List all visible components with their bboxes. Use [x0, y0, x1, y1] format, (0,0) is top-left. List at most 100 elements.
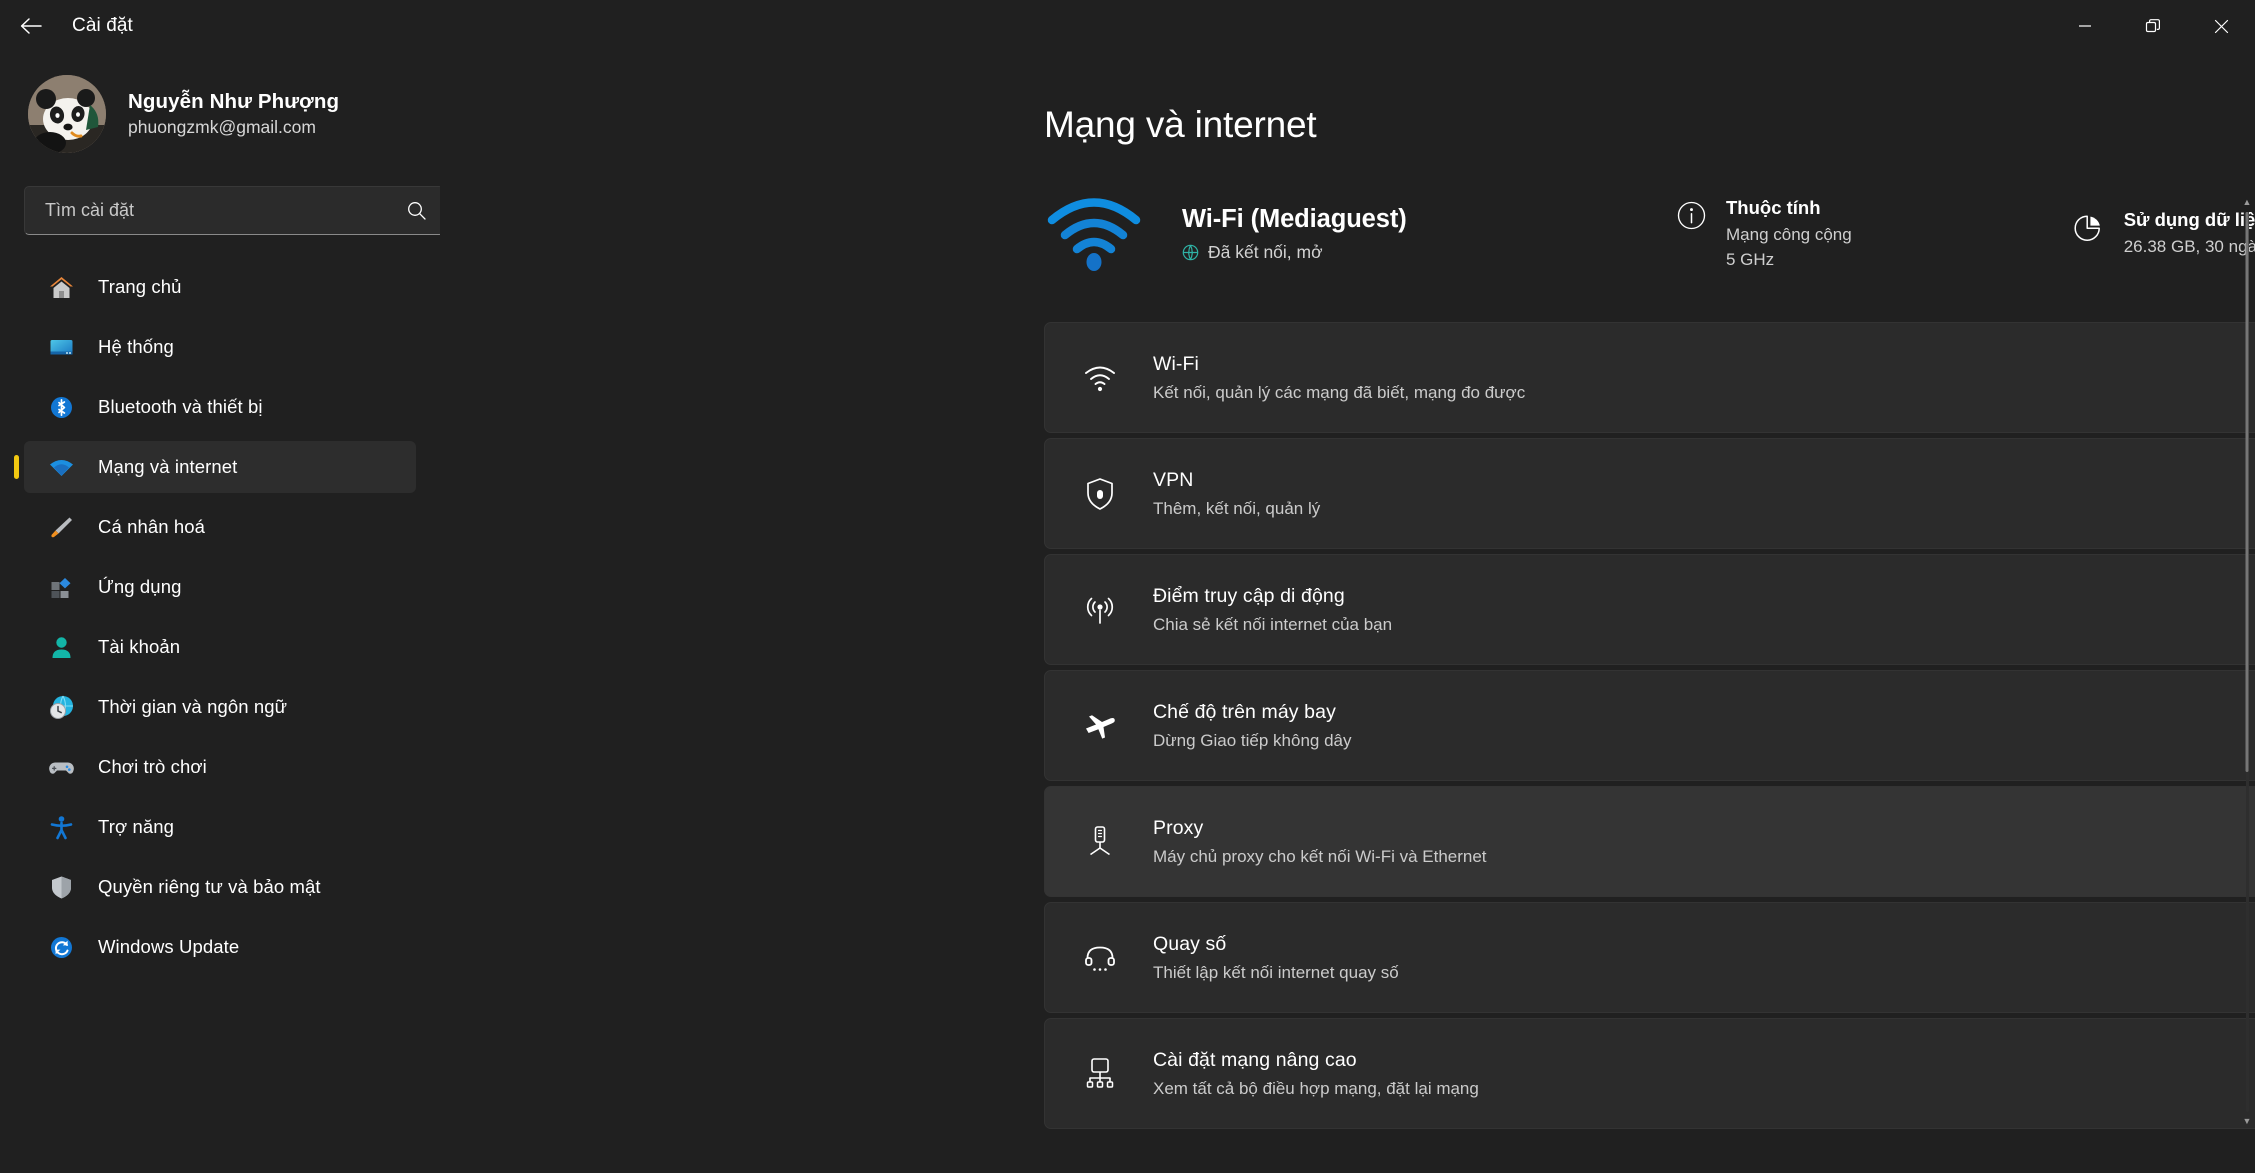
card-desc: Dừng Giao tiếp không dây — [1153, 730, 1352, 750]
card-wifi[interactable]: Wi-Fi Kết nối, quản lý các mạng đã biết,… — [1044, 322, 2255, 433]
sidebar-item-quyen-rieng-tu-va-bao-mat[interactable]: Quyền riêng tư và bảo mật — [24, 861, 416, 913]
window-controls — [2051, 0, 2255, 52]
properties-network-type: Mạng công cộng — [1726, 224, 1852, 244]
accounts-icon — [46, 632, 76, 662]
card-proxy[interactable]: Proxy Máy chủ proxy cho kết nối Wi-Fi và… — [1044, 786, 2255, 897]
gaming-icon — [46, 752, 76, 782]
card-desc: Máy chủ proxy cho kết nối Wi-Fi và Ether… — [1153, 846, 1487, 866]
dialup-icon — [1079, 937, 1121, 979]
sidebar-item-label: Hệ thống — [98, 336, 174, 357]
search-box[interactable] — [24, 186, 440, 235]
card-title: Điểm truy cập di động — [1153, 584, 1345, 607]
card-desc: Chia sẻ kết nối internet của bạn — [1153, 614, 1393, 634]
card-desc: Thêm, kết nối, quản lý — [1153, 498, 1321, 518]
sidebar-item-label: Trợ năng — [98, 816, 175, 837]
back-arrow-icon — [20, 18, 42, 34]
card-title: Chế độ trên máy bay — [1153, 700, 1336, 723]
data-usage-cell[interactable]: Sử dụng dữ liệu 26.38 GB, 30 ngày qua — [2062, 201, 2255, 267]
sidebar-item-ung-dung[interactable]: Ứng dụng — [24, 561, 416, 613]
card-title: Wi-Fi — [1153, 352, 1199, 375]
properties-cell[interactable]: Thuộc tính Mạng công cộng 5 GHz — [1664, 189, 1862, 280]
main-scrollbar[interactable]: ▲ ▼ — [2243, 198, 2252, 1126]
card-title: Proxy — [1153, 816, 1204, 839]
card-title: VPN — [1153, 468, 1194, 491]
account-name: Nguyễn Như Phượng — [128, 89, 340, 113]
accessibility-icon — [46, 812, 76, 842]
sidebar-item-he-thong[interactable]: Hệ thống — [24, 321, 416, 373]
sidebar-item-windows-update[interactable]: Windows Update — [24, 921, 416, 973]
system-icon — [46, 332, 76, 362]
back-button[interactable] — [8, 3, 54, 49]
card-desc: Thiết lập kết nối internet quay số — [1153, 962, 1399, 982]
data-usage-amount: 26.38 GB, 30 ngày qua — [2123, 237, 2255, 257]
settings-window: Cài đặt Nguyễn Như Phượng phuongzmk@gmai… — [0, 0, 2255, 1173]
sidebar-item-mang-va-internet[interactable]: Mạng và internet — [24, 441, 416, 493]
sidebar-item-choi-tro-choi[interactable]: Chơi trò chơi — [24, 741, 416, 793]
minimize-icon — [2079, 25, 2091, 27]
sidebar-item-tro-nang[interactable]: Trợ năng — [24, 801, 416, 853]
card-mobile-hotspot[interactable]: Điểm truy cập di động Chia sẻ kết nối in… — [1044, 554, 2255, 665]
shield-lock-icon — [1079, 473, 1121, 515]
sidebar-nav: Trang chủ Hệ thống Bluetooth và thiết bị… — [0, 261, 440, 973]
apps-icon — [46, 572, 76, 602]
search-icon[interactable] — [406, 200, 427, 221]
main-content: Mạng và internet Wi-Fi (Mediaguest) Đã k… — [440, 52, 2255, 1173]
card-title: Cài đặt mạng nâng cao — [1153, 1048, 1357, 1071]
sidebar: Nguyễn Như Phượng phuongzmk@gmail.com Tì… — [0, 52, 440, 1173]
card-advanced-network[interactable]: Cài đặt mạng nâng cao Xem tất cả bộ điều… — [1044, 1018, 2255, 1129]
data-usage-text: Sử dụng dữ liệu 26.38 GB, 30 ngày qua — [2124, 209, 2255, 259]
windows-update-icon — [46, 932, 76, 962]
sidebar-item-label: Bluetooth và thiết bị — [98, 396, 263, 417]
title-bar: Cài đặt — [0, 0, 2255, 52]
proxy-server-icon — [1079, 821, 1121, 863]
avatar — [28, 75, 106, 153]
card-text: Cài đặt mạng nâng cao Xem tất cả bộ điều… — [1153, 1049, 2255, 1099]
card-text: Proxy Máy chủ proxy cho kết nối Wi-Fi và… — [1153, 817, 2255, 867]
sidebar-item-ca-nhan-hoa[interactable]: Cá nhân hoá — [24, 501, 416, 553]
sidebar-item-label: Cá nhân hoá — [98, 516, 206, 537]
card-text: Chế độ trên máy bay Dừng Giao tiếp không… — [1153, 701, 2255, 751]
sidebar-item-tai-khoan[interactable]: Tài khoản — [24, 621, 416, 673]
close-icon — [2214, 19, 2228, 33]
hotspot-icon — [1079, 589, 1121, 631]
settings-card-list: Wi-Fi Kết nối, quản lý các mạng đã biết,… — [1044, 322, 2255, 1129]
card-vpn[interactable]: VPN Thêm, kết nối, quản lý — [1044, 438, 2255, 549]
account-block[interactable]: Nguyễn Như Phượng phuongzmk@gmail.com — [0, 52, 440, 162]
advanced-network-icon — [1079, 1053, 1121, 1095]
app-title: Cài đặt — [72, 15, 133, 36]
properties-title: Thuộc tính — [1726, 196, 1821, 218]
sidebar-item-label: Tài khoản — [98, 636, 181, 657]
search-wrapper — [24, 186, 440, 235]
sidebar-item-thoi-gian-va-ngon-ngu[interactable]: Thời gian và ngôn ngữ — [24, 681, 416, 733]
card-desc: Xem tất cả bộ điều hợp mạng, đặt lại mạn… — [1153, 1078, 1479, 1098]
page-title: Mạng và internet — [1044, 104, 1317, 145]
search-input[interactable] — [45, 200, 406, 221]
info-circle-icon — [1674, 199, 1708, 233]
sidebar-item-label: Ứng dụng — [98, 576, 182, 597]
sidebar-item-trang-chu[interactable]: Trang chủ — [24, 261, 416, 313]
properties-band: 5 GHz — [1726, 249, 1775, 269]
connection-state-row: Đã kết nối, mở — [1182, 242, 1407, 263]
window-body: Nguyễn Như Phượng phuongzmk@gmail.com Tì… — [0, 52, 2255, 1173]
sidebar-item-bluetooth[interactable]: Bluetooth và thiết bị — [24, 381, 416, 433]
sidebar-item-label: Windows Update — [98, 936, 240, 957]
current-network-block: Wi-Fi (Mediaguest) Đã kết nối, mở — [1044, 190, 1664, 278]
card-text: Wi-Fi Kết nối, quản lý các mạng đã biết,… — [1153, 353, 2255, 403]
minimize-button[interactable] — [2051, 0, 2119, 52]
airplane-icon — [1079, 705, 1121, 747]
card-airplane-mode[interactable]: Chế độ trên máy bay Dừng Giao tiếp không… — [1044, 670, 2255, 781]
maximize-button[interactable] — [2119, 0, 2187, 52]
scrollbar-thumb[interactable] — [2245, 212, 2249, 772]
sidebar-item-label: Quyền riêng tư và bảo mật — [98, 876, 321, 897]
close-button[interactable] — [2187, 0, 2255, 52]
card-title: Quay số — [1153, 932, 1227, 955]
scroll-down-arrow-icon[interactable]: ▼ — [2243, 1117, 2252, 1126]
bluetooth-icon — [46, 392, 76, 422]
card-text: Quay số Thiết lập kết nối internet quay … — [1153, 933, 2255, 983]
data-usage-title: Sử dụng dữ liệu — [2123, 209, 2255, 231]
card-dial-up[interactable]: Quay số Thiết lập kết nối internet quay … — [1044, 902, 2255, 1013]
scroll-up-arrow-icon[interactable]: ▲ — [2243, 198, 2252, 207]
card-text: VPN Thêm, kết nối, quản lý — [1153, 469, 2255, 519]
sidebar-item-label: Trang chủ — [98, 276, 182, 297]
globe-icon — [1182, 244, 1199, 261]
